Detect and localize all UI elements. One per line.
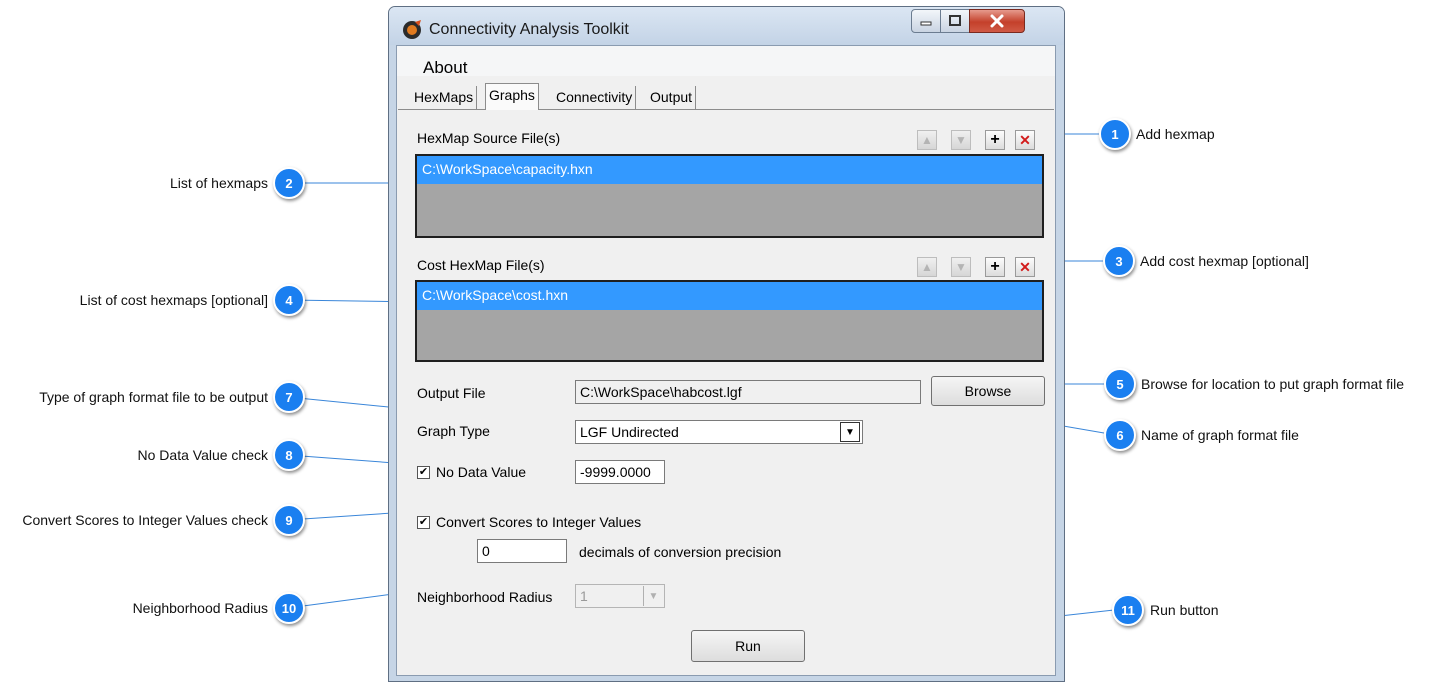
callout-badge-8: 8	[273, 439, 305, 471]
tab-hexmaps[interactable]: HexMaps	[411, 86, 478, 110]
minimize-button[interactable]	[911, 9, 941, 33]
callout-label-3: Add cost hexmap [optional]	[1140, 253, 1309, 269]
tab-output[interactable]: Output	[647, 86, 697, 110]
tab-connectivity[interactable]: Connectivity	[553, 86, 637, 110]
plus-icon: +	[990, 131, 1000, 148]
callout-label-11: Run button	[1150, 602, 1219, 618]
menu-about[interactable]: About	[423, 58, 467, 78]
callout-label-10: Neighborhood Radius	[132, 600, 268, 616]
title-bar[interactable]: Connectivity Analysis Toolkit	[389, 7, 1064, 45]
hexmap-move-up-button[interactable]: ▲	[917, 130, 937, 150]
graph-type-label: Graph Type	[417, 423, 490, 439]
neighborhood-radius-label: Neighborhood Radius	[417, 589, 553, 605]
x-icon: ✕	[1019, 132, 1031, 148]
callout-badge-2: 2	[273, 167, 305, 199]
arrow-down-icon: ▼	[955, 260, 967, 274]
add-hexmap-button[interactable]: +	[985, 130, 1005, 150]
no-data-label: No Data Value	[436, 464, 527, 480]
neighborhood-radius-select[interactable]: 1 ▼	[575, 584, 665, 608]
delete-cost-hexmap-button[interactable]: ✕	[1015, 257, 1035, 277]
callout-badge-6: 6	[1104, 419, 1136, 451]
maximize-icon	[949, 15, 961, 26]
app-window: Connectivity Analysis Toolkit About HexM…	[388, 6, 1065, 682]
callout-label-1: Add hexmap	[1136, 126, 1215, 142]
callout-badge-9: 9	[273, 504, 305, 536]
dropdown-arrow-icon[interactable]: ▼	[840, 422, 860, 442]
browse-button[interactable]: Browse	[931, 376, 1045, 406]
graph-type-value: LGF Undirected	[580, 424, 679, 440]
callout-label-6: Name of graph format file	[1141, 427, 1299, 443]
convert-scores-checkbox[interactable]: ✔	[417, 516, 430, 529]
callout-badge-3: 3	[1103, 245, 1135, 277]
callout-badge-1: 1	[1099, 118, 1131, 150]
callout-badge-5: 5	[1104, 368, 1136, 400]
callout-badge-10: 10	[273, 592, 305, 624]
convert-scores-label: Convert Scores to Integer Values	[436, 514, 642, 530]
arrow-up-icon: ▲	[921, 133, 933, 147]
callout-label-7: Type of graph format file to be output	[39, 389, 268, 405]
hexmap-source-list[interactable]: C:\WorkSpace\capacity.hxn	[415, 154, 1044, 238]
run-button[interactable]: Run	[691, 630, 805, 662]
output-file-label: Output File	[417, 385, 486, 401]
plus-icon: +	[990, 258, 1000, 275]
tab-graphs[interactable]: Graphs	[485, 83, 539, 110]
hexmap-move-down-button[interactable]: ▼	[951, 130, 971, 150]
menu-bar: About	[397, 46, 1055, 78]
decimals-label: decimals of conversion precision	[579, 544, 782, 560]
output-file-field[interactable]: C:\WorkSpace\habcost.lgf	[575, 380, 921, 404]
arrow-up-icon: ▲	[921, 260, 933, 274]
cost-hexmap-list[interactable]: C:\WorkSpace\cost.hxn	[415, 280, 1044, 362]
close-button[interactable]	[969, 9, 1025, 33]
window-client-area: About HexMaps Graphs Connectivity Output…	[396, 45, 1056, 676]
no-data-checkbox[interactable]: ✔	[417, 466, 430, 479]
callout-label-8: No Data Value check	[137, 447, 268, 463]
minimize-icon	[920, 21, 932, 26]
graph-type-select[interactable]: LGF Undirected ▼	[575, 420, 863, 444]
list-item[interactable]: C:\WorkSpace\capacity.hxn	[417, 156, 1042, 184]
hexmap-source-label: HexMap Source File(s)	[417, 130, 561, 146]
cost-hexmap-label: Cost HexMap File(s)	[417, 257, 545, 273]
callout-label-5: Browse for location to put graph format …	[1141, 376, 1405, 392]
callout-badge-11: 11	[1112, 594, 1144, 626]
neighborhood-radius-value: 1	[580, 588, 588, 604]
add-cost-hexmap-button[interactable]: +	[985, 257, 1005, 277]
x-icon: ✕	[1019, 259, 1031, 275]
callout-label-9: Convert Scores to Integer Values check	[22, 512, 268, 528]
app-logo-icon	[401, 19, 423, 41]
no-data-value-input[interactable]: -9999.0000	[575, 460, 665, 484]
arrow-down-icon: ▼	[955, 133, 967, 147]
close-icon	[990, 14, 1004, 28]
delete-hexmap-button[interactable]: ✕	[1015, 130, 1035, 150]
callout-badge-4: 4	[273, 284, 305, 316]
callout-label-2: List of hexmaps	[169, 175, 268, 191]
callout-label-4: List of cost hexmaps [optional]	[79, 292, 268, 308]
maximize-button[interactable]	[940, 9, 970, 33]
cost-move-up-button[interactable]: ▲	[917, 257, 937, 277]
decimals-input[interactable]: 0	[477, 539, 567, 563]
dropdown-arrow-icon: ▼	[643, 586, 663, 606]
cost-move-down-button[interactable]: ▼	[951, 257, 971, 277]
callout-badge-7: 7	[273, 381, 305, 413]
window-title: Connectivity Analysis Toolkit	[429, 21, 629, 38]
list-item[interactable]: C:\WorkSpace\cost.hxn	[417, 282, 1042, 310]
